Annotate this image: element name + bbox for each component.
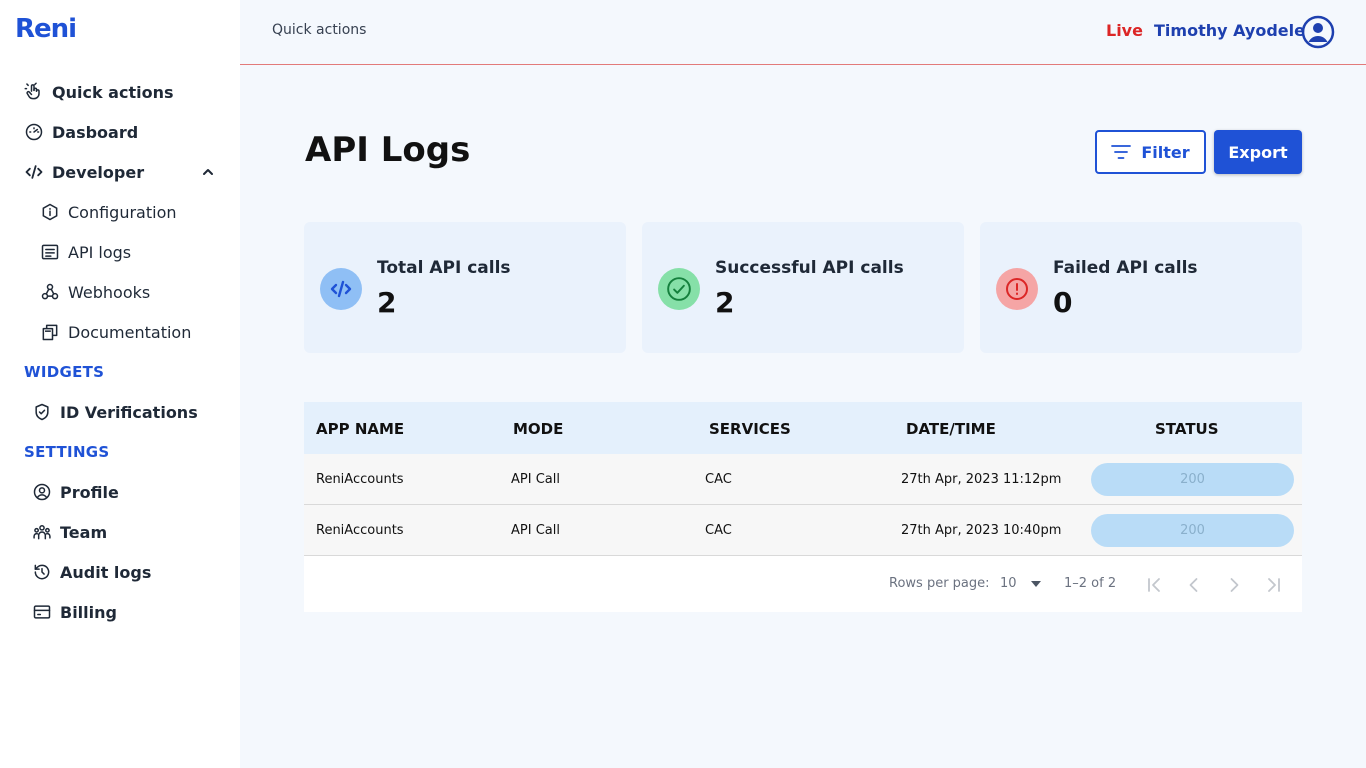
sidebar-item-label: Audit logs (60, 562, 152, 582)
rows-per-page-label: Rows per page: (889, 576, 990, 591)
mode-indicator[interactable]: Live (1106, 21, 1143, 40)
sidebar-item-configuration[interactable]: Configuration (40, 200, 177, 224)
user-circle-icon (32, 482, 52, 502)
status-badge: 200 (1091, 514, 1294, 547)
stat-label: Failed API calls (1053, 258, 1198, 278)
sidebar-item-label: Team (60, 522, 108, 542)
pointer-hand-icon (24, 82, 44, 102)
last-page-icon[interactable] (1264, 575, 1284, 595)
column-header-mode[interactable]: MODE (513, 420, 563, 438)
pagination-range: 1–2 of 2 (1064, 576, 1117, 591)
sidebar-item-api-logs[interactable]: API logs (40, 240, 131, 264)
chevron-up-icon[interactable] (200, 164, 216, 180)
sidebar-item-label: Billing (60, 602, 117, 622)
code-icon (320, 268, 362, 310)
table-row[interactable]: ReniAccounts API Call CAC 27th Apr, 2023… (304, 454, 1302, 505)
sidebar-item-label: Documentation (68, 322, 192, 342)
filter-icon (1111, 145, 1132, 159)
sidebar-item-team[interactable]: Team (32, 520, 107, 544)
section-title-settings: SETTINGS (24, 443, 110, 461)
stat-value: 2 (377, 286, 397, 319)
status-badge: 200 (1091, 463, 1294, 496)
cell-app-name: ReniAccounts (316, 472, 404, 487)
cell-datetime: 27th Apr, 2023 10:40pm (901, 523, 1062, 538)
api-logs-table: APP NAME MODE SERVICES DATE/TIME STATUS … (304, 402, 1302, 612)
avatar-icon[interactable] (1301, 15, 1335, 49)
history-icon (32, 562, 52, 582)
top-bar: Quick actions Live Timothy Ayodele (240, 0, 1366, 65)
column-header-services[interactable]: SERVICES (709, 420, 791, 438)
sidebar-item-label: Dasboard (52, 122, 139, 142)
stat-value: 0 (1053, 286, 1073, 319)
team-icon (32, 522, 52, 542)
previous-page-icon[interactable] (1184, 575, 1204, 595)
code-icon (24, 162, 44, 182)
reni-logo[interactable]: Reni (15, 14, 77, 44)
column-header-status[interactable]: STATUS (1155, 420, 1219, 438)
sidebar-item-label: Profile (60, 482, 119, 502)
rows-per-page-select[interactable]: 10 (1000, 576, 1041, 591)
sidebar-item-dashboard[interactable]: Dasboard (24, 120, 138, 144)
sidebar-item-label: Quick actions (52, 82, 174, 102)
filter-button[interactable]: Filter (1095, 130, 1206, 174)
sidebar-item-label: ID Verifications (60, 402, 198, 422)
sidebar-item-documentation[interactable]: Documentation (40, 320, 191, 344)
first-page-icon[interactable] (1144, 575, 1164, 595)
check-circle-icon (658, 268, 700, 310)
sidebar-item-label: Developer (52, 162, 145, 182)
stat-label: Successful API calls (715, 258, 904, 278)
sidebar-item-id-verifications[interactable]: ID Verifications (32, 400, 198, 424)
shield-check-icon (32, 402, 52, 422)
column-header-app-name[interactable]: APP NAME (316, 420, 404, 438)
stat-card-successful: Successful API calls 2 (642, 222, 964, 353)
webhook-icon (40, 282, 60, 302)
user-name[interactable]: Timothy Ayodele (1154, 21, 1305, 40)
rows-per-page-value: 10 (1000, 576, 1017, 591)
cell-services: CAC (705, 523, 732, 538)
section-title-widgets: WIDGETS (24, 363, 105, 381)
next-page-icon[interactable] (1224, 575, 1244, 595)
document-list-icon (40, 242, 60, 262)
table-header: APP NAME MODE SERVICES DATE/TIME STATUS (304, 402, 1302, 454)
info-hexagon-icon (40, 202, 60, 222)
sidebar-item-label: Configuration (68, 202, 177, 222)
alert-circle-icon (996, 268, 1038, 310)
cell-mode: API Call (511, 472, 560, 487)
sidebar-item-label: API logs (68, 242, 132, 262)
cell-mode: API Call (511, 523, 560, 538)
sidebar-item-quick-actions[interactable]: Quick actions (24, 80, 174, 104)
page-title: API Logs (305, 130, 471, 170)
stat-card-total: Total API calls 2 (304, 222, 626, 353)
stat-label: Total API calls (377, 258, 511, 278)
breadcrumb[interactable]: Quick actions (272, 22, 366, 38)
sidebar-item-billing[interactable]: Billing (32, 600, 117, 624)
gauge-icon (24, 122, 44, 142)
cell-services: CAC (705, 472, 732, 487)
export-button[interactable]: Export (1214, 130, 1302, 174)
cell-app-name: ReniAccounts (316, 523, 404, 538)
sidebar-item-developer[interactable]: Developer (24, 160, 144, 184)
column-header-date-time[interactable]: DATE/TIME (906, 420, 996, 438)
stat-value: 2 (715, 286, 735, 319)
sidebar-item-audit-logs[interactable]: Audit logs (32, 560, 151, 584)
copy-pages-icon (40, 322, 60, 342)
filter-button-label: Filter (1141, 142, 1190, 162)
caret-down-icon (1030, 580, 1041, 587)
stat-card-failed: Failed API calls 0 (980, 222, 1302, 353)
sidebar-item-label: Webhooks (68, 282, 151, 302)
sidebar: Reni Quick actions Dasboard Developer Co… (0, 0, 240, 768)
table-row[interactable]: ReniAccounts API Call CAC 27th Apr, 2023… (304, 505, 1302, 556)
sidebar-item-profile[interactable]: Profile (32, 480, 119, 504)
credit-card-icon (32, 602, 52, 622)
sidebar-item-webhooks[interactable]: Webhooks (40, 280, 150, 304)
cell-datetime: 27th Apr, 2023 11:12pm (901, 472, 1062, 487)
